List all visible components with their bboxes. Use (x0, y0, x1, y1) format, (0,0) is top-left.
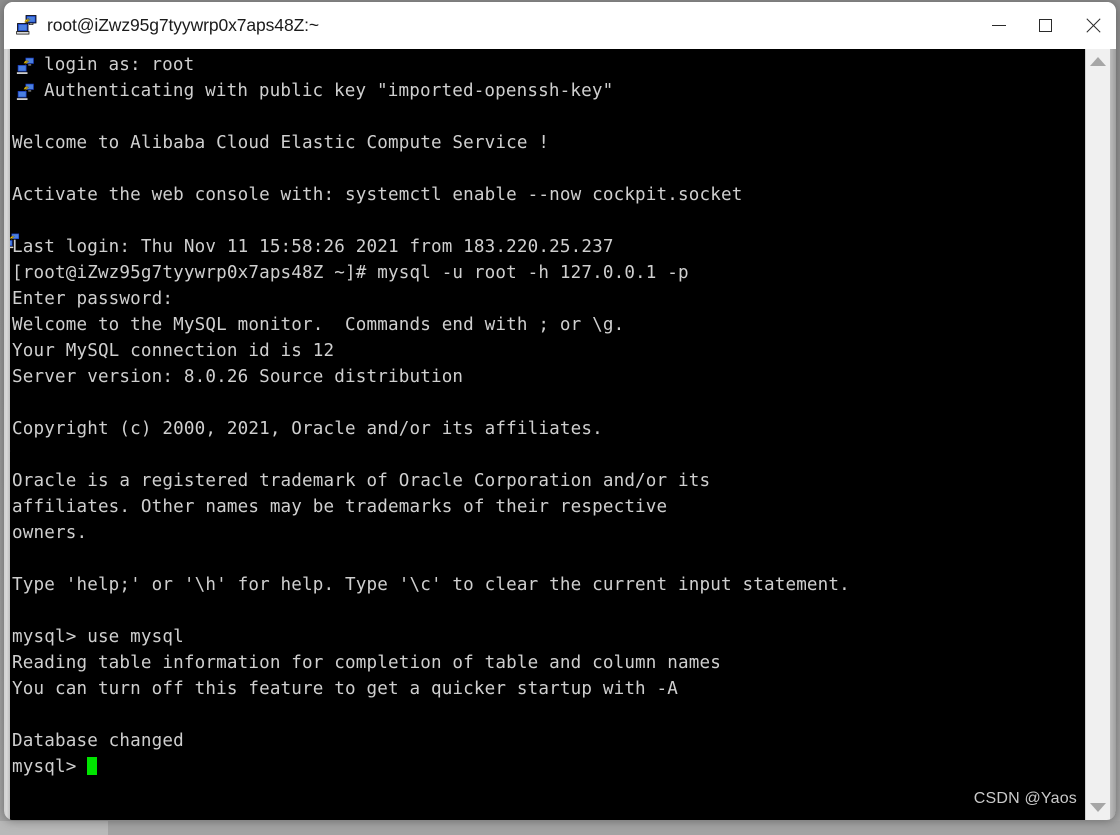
minimize-button[interactable] (975, 2, 1022, 49)
terminal-line: Database changed (12, 731, 184, 751)
window-title: root@iZwz95g7tyywrp0x7aps48Z:~ (47, 14, 320, 35)
terminal-lines: login as: root Authenticating with public… (10, 52, 1085, 754)
terminal-line: Welcome to the MySQL monitor. Commands e… (12, 315, 625, 335)
terminal-line: Your MySQL connection id is 12 (12, 341, 335, 361)
terminal-line: Enter password: (12, 289, 174, 309)
terminal-line: login as: root (44, 55, 195, 75)
maximize-button[interactable] (1022, 2, 1069, 49)
triangle-down-icon[interactable] (1090, 803, 1106, 812)
triangle-up-icon[interactable] (1090, 57, 1106, 66)
terminal-scrollbar[interactable] (1085, 49, 1110, 820)
window-client-area: login as: root Authenticating with public… (4, 49, 1116, 820)
terminal-prompt-line: mysql> (10, 754, 1085, 780)
terminal-line: [root@iZwz95g7tyywrp0x7aps48Z ~]# mysql … (12, 263, 689, 283)
terminal-line: Authenticating with public key "imported… (44, 81, 614, 101)
terminal-cursor (87, 757, 98, 775)
window-controls (975, 2, 1116, 49)
terminal-line: Last login: Thu Nov 11 15:58:26 2021 fro… (12, 237, 614, 257)
terminal-line: Type 'help;' or '\h' for help. Type '\c'… (12, 575, 850, 595)
putty-computer-icon (16, 15, 37, 35)
terminal-line: Copyright (c) 2000, 2021, Oracle and/or … (12, 419, 603, 439)
terminal-line: owners. (12, 523, 88, 543)
terminal-prompt-text: mysql> (12, 757, 88, 777)
maximize-icon (1039, 19, 1052, 32)
terminal-line: mysql> use mysql (12, 627, 184, 647)
terminal-line: Server version: 8.0.26 Source distributi… (12, 367, 464, 387)
csdn-watermark: CSDN @Yaos (973, 790, 1077, 807)
putty-terminal-window: root@iZwz95g7tyywrp0x7aps48Z:~ login as:… (4, 2, 1116, 820)
desktop-taskbar-strip-left (0, 821, 108, 835)
close-button[interactable] (1069, 2, 1116, 49)
minimize-icon (991, 25, 1006, 26)
window-right-edge (1110, 49, 1116, 820)
terminal-line: Welcome to Alibaba Cloud Elastic Compute… (12, 133, 550, 153)
scrollbar-thumb[interactable] (1086, 66, 1110, 803)
desktop-taskbar-strip-right (108, 821, 1120, 835)
terminal-line: Reading table information for completion… (12, 653, 721, 673)
terminal-line: You can turn off this feature to get a q… (12, 679, 679, 699)
terminal-line: affiliates. Other names may be trademark… (12, 497, 668, 517)
desktop-background: root@iZwz95g7tyywrp0x7aps48Z:~ login as:… (0, 0, 1120, 835)
terminal-line: Activate the web console with: systemctl… (12, 185, 743, 205)
window-titlebar[interactable]: root@iZwz95g7tyywrp0x7aps48Z:~ (4, 2, 1116, 49)
terminal-output-area[interactable]: login as: root Authenticating with public… (10, 49, 1085, 820)
terminal-line: Oracle is a registered trademark of Orac… (12, 471, 711, 491)
close-icon (1085, 18, 1101, 34)
